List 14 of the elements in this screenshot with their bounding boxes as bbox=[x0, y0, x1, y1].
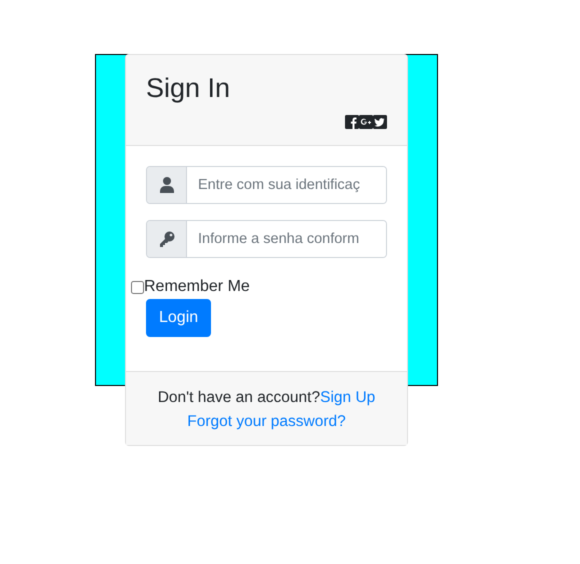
remember-label: Remember Me bbox=[144, 278, 250, 296]
user-icon bbox=[160, 177, 174, 193]
login-button[interactable]: Login bbox=[146, 299, 212, 337]
card-title: Sign In bbox=[146, 72, 230, 105]
forgot-password-link[interactable]: Forgot your password? bbox=[187, 413, 346, 430]
remember-checkbox[interactable] bbox=[131, 280, 144, 294]
sign-up-link[interactable]: Sign Up bbox=[320, 389, 376, 406]
facebook-icon[interactable] bbox=[345, 115, 359, 129]
key-icon bbox=[158, 231, 174, 247]
username-field[interactable]: Entre com sua identificaç bbox=[146, 166, 387, 204]
bird-icon[interactable] bbox=[373, 115, 387, 129]
password-field[interactable]: Informe a senha conform bbox=[146, 220, 387, 258]
signup-prompt: Don't have an account? bbox=[158, 389, 320, 406]
google-plus-icon[interactable] bbox=[359, 115, 373, 129]
